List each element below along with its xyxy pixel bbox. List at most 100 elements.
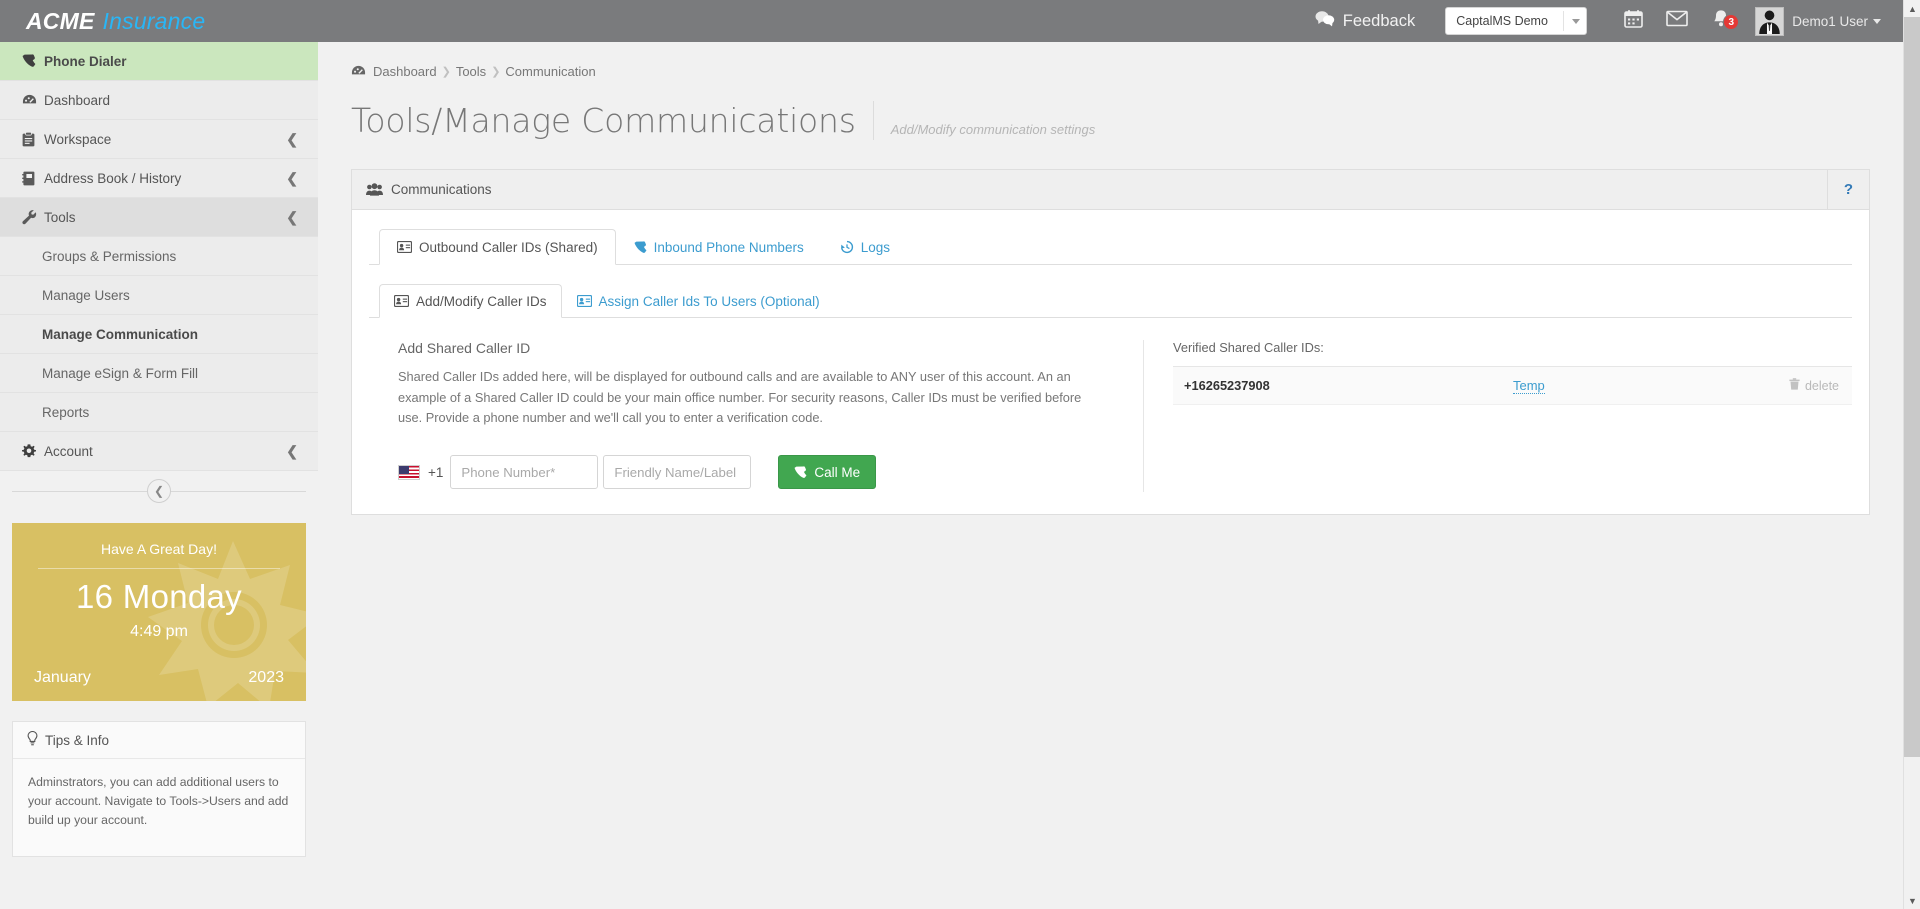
sidebar-item-label: Phone Dialer bbox=[44, 53, 127, 69]
tab-inbound-phone-numbers[interactable]: Inbound Phone Numbers bbox=[616, 229, 822, 265]
caller-id-name-editable[interactable]: Temp bbox=[1513, 378, 1545, 394]
phone-icon bbox=[794, 466, 807, 479]
wrench-icon bbox=[22, 209, 44, 225]
subtab-assign-caller-ids[interactable]: Assign Caller Ids To Users (Optional) bbox=[562, 284, 835, 318]
feedback-label: Feedback bbox=[1342, 11, 1416, 30]
sidebar-item-workspace[interactable]: Workspace ❮ bbox=[0, 120, 318, 159]
tips-body: Adminstrators, you can add additional us… bbox=[28, 775, 289, 827]
trash-icon bbox=[1789, 378, 1805, 393]
sidebar-collapse-button[interactable]: ❮ bbox=[147, 479, 171, 503]
sidebar-subitem-label: Manage Users bbox=[42, 287, 130, 303]
brand-logo[interactable]: ACME Insurance bbox=[0, 0, 318, 42]
tab-label: Logs bbox=[860, 239, 890, 255]
sidebar-item-tools[interactable]: Tools ❮ bbox=[0, 198, 318, 237]
lightbulb-icon bbox=[27, 730, 38, 749]
sidebar-item-manage-esign[interactable]: Manage eSign & Form Fill bbox=[0, 354, 318, 393]
subtab-add-modify-caller-ids[interactable]: Add/Modify Caller IDs bbox=[379, 284, 562, 318]
page-subtitle: Add/Modify communication settings bbox=[872, 101, 1095, 140]
dashboard-icon bbox=[22, 93, 44, 108]
id-card-icon bbox=[397, 241, 412, 253]
divider bbox=[38, 568, 280, 569]
sidebar-item-dashboard[interactable]: Dashboard bbox=[0, 81, 318, 120]
sidebar-item-label: Address Book / History bbox=[44, 170, 182, 186]
sidebar-item-label: Account bbox=[44, 443, 93, 459]
panel-title: Communications bbox=[391, 182, 492, 197]
sidebar-collapse-row: ❮ bbox=[0, 471, 318, 511]
breadcrumb-separator: ❯ bbox=[491, 66, 501, 78]
scrollbar-thumb[interactable] bbox=[1904, 17, 1920, 757]
sidebar-item-manage-communication[interactable]: Manage Communication bbox=[0, 315, 318, 354]
breadcrumb-item-tools[interactable]: Tools bbox=[456, 64, 486, 79]
sidebar-item-account[interactable]: Account ❮ bbox=[0, 432, 318, 471]
breadcrumb-item-communication: Communication bbox=[505, 64, 596, 79]
select-divider bbox=[1563, 11, 1565, 31]
breadcrumb-item-dashboard[interactable]: Dashboard bbox=[373, 64, 437, 79]
add-caller-id-column: Add Shared Caller ID Shared Caller IDs a… bbox=[369, 340, 1144, 492]
caller-id-input-row: +1 Call Me bbox=[398, 455, 1123, 490]
dashboard-icon bbox=[351, 64, 366, 79]
date-greeting: Have A Great Day! bbox=[101, 541, 217, 557]
sidebar-item-reports[interactable]: Reports bbox=[0, 393, 318, 432]
phone-number-input[interactable] bbox=[450, 455, 599, 490]
notification-badge: 3 bbox=[1723, 14, 1740, 30]
calendar-icon bbox=[1623, 9, 1643, 33]
sidebar: Phone Dialer Dashboard Workspace ❮ Addre… bbox=[0, 42, 318, 909]
tab-outbound-caller-ids[interactable]: Outbound Caller IDs (Shared) bbox=[379, 229, 616, 265]
page-title-row: Tools/Manage Communications Add/Modify c… bbox=[318, 79, 1903, 140]
notifications-button[interactable]: 3 bbox=[1699, 0, 1743, 42]
account-select[interactable]: CaptalMS Demo bbox=[1445, 7, 1588, 35]
scroll-up-button[interactable]: ▲ bbox=[1904, 0, 1920, 17]
chevron-down-icon bbox=[1572, 18, 1581, 24]
messages-button[interactable] bbox=[1655, 0, 1699, 42]
avatar[interactable] bbox=[1755, 6, 1785, 36]
sidebar-item-groups-permissions[interactable]: Groups & Permissions bbox=[0, 237, 318, 276]
delete-caller-id-button[interactable]: delete bbox=[1732, 378, 1852, 393]
header-actions: Feedback CaptalMS Demo 3 Demo1 User bbox=[1315, 0, 1903, 42]
tab-label: Inbound Phone Numbers bbox=[653, 239, 804, 255]
sidebar-item-phone-dialer[interactable]: Phone Dialer bbox=[0, 42, 318, 81]
table-row: +16265237908 Temp delete bbox=[1173, 367, 1852, 405]
call-me-button[interactable]: Call Me bbox=[778, 455, 877, 490]
user-menu[interactable]: Demo1 User bbox=[1792, 14, 1881, 29]
sidebar-subitem-label: Groups & Permissions bbox=[42, 248, 177, 264]
section-title: Add Shared Caller ID bbox=[398, 340, 531, 356]
calendar-button[interactable] bbox=[1611, 0, 1655, 42]
sidebar-item-address-book[interactable]: Address Book / History ❮ bbox=[0, 159, 318, 198]
caller-id-number: +16265237908 bbox=[1184, 378, 1270, 393]
sidebar-item-manage-users[interactable]: Manage Users bbox=[0, 276, 318, 315]
brand-name: ACME bbox=[26, 7, 95, 34]
chevron-left-icon: ❮ bbox=[286, 169, 298, 186]
date-year: 2023 bbox=[248, 669, 284, 686]
chevron-left-icon: ❮ bbox=[286, 130, 298, 147]
communications-panel: Communications ? Outbound Caller IDs (Sh… bbox=[351, 169, 1870, 515]
tab-logs[interactable]: Logs bbox=[822, 229, 908, 265]
page-scrollbar[interactable]: ▲ ▼ bbox=[1903, 0, 1920, 909]
sidebar-subitem-label: Manage Communication bbox=[42, 326, 199, 342]
verified-caller-ids-column: Verified Shared Caller IDs: +16265237908… bbox=[1144, 340, 1852, 492]
secondary-tabs: Add/Modify Caller IDs Assign Caller Ids … bbox=[369, 282, 1852, 318]
country-code-label: +1 bbox=[428, 464, 444, 480]
date-time: 4:49 pm bbox=[130, 623, 188, 641]
sidebar-subitem-label: Reports bbox=[42, 404, 90, 420]
caller-id-name-cell: Temp bbox=[1513, 378, 1732, 394]
book-icon bbox=[22, 171, 44, 186]
feedback-button[interactable]: Feedback bbox=[1315, 10, 1415, 32]
phone-icon bbox=[634, 240, 647, 254]
main-content: Dashboard ❯ Tools ❯ Communication Tools/… bbox=[318, 42, 1903, 909]
scroll-down-button[interactable]: ▼ bbox=[1904, 892, 1920, 909]
primary-tabs: Outbound Caller IDs (Shared) Inbound Pho… bbox=[369, 227, 1852, 265]
sidebar-item-label: Dashboard bbox=[44, 92, 111, 108]
sidebar-item-label: Workspace bbox=[44, 131, 112, 147]
friendly-name-input[interactable] bbox=[603, 455, 752, 490]
breadcrumb-separator: ❯ bbox=[441, 66, 451, 78]
caller-id-content: Add Shared Caller ID Shared Caller IDs a… bbox=[369, 318, 1852, 492]
comments-icon bbox=[1315, 10, 1343, 32]
subtab-label: Assign Caller Ids To Users (Optional) bbox=[598, 293, 820, 309]
id-card-icon bbox=[394, 295, 409, 307]
page-title: Tools/Manage Communications bbox=[351, 101, 856, 140]
date-widget: Have A Great Day! 16 Monday 4:49 pm Janu… bbox=[12, 523, 306, 701]
help-button[interactable]: ? bbox=[1827, 170, 1869, 209]
verified-caller-ids-table: +16265237908 Temp delete bbox=[1173, 366, 1852, 405]
top-header-bar: ACME Insurance Feedback CaptalMS Demo 3 … bbox=[0, 0, 1903, 42]
brand-suffix: Insurance bbox=[102, 7, 206, 34]
